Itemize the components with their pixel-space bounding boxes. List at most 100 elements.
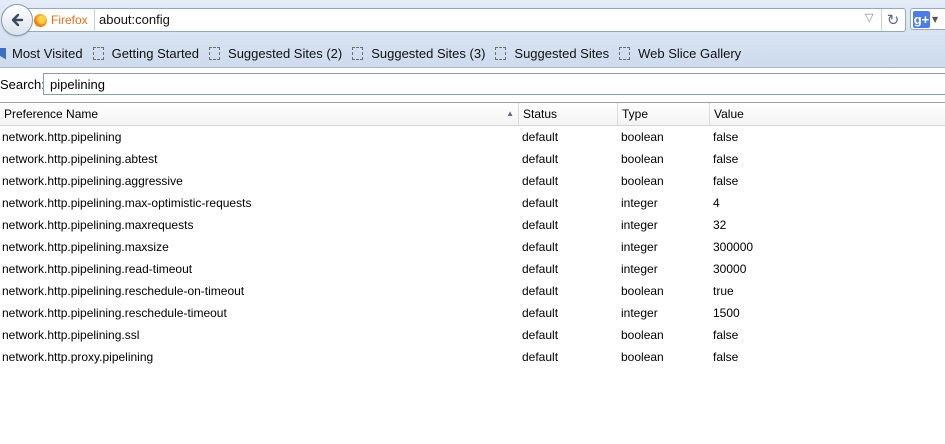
bookmark-suggested-sites-3[interactable]: Suggested Sites (3) [352,46,485,61]
bookmark-suggested-sites[interactable]: Suggested Sites [495,46,609,61]
pref-name-cell: network.http.pipelining.reschedule-on-ti… [2,284,245,298]
value-cell: 1500 [713,306,740,320]
back-button[interactable] [1,4,33,36]
page-icon [619,47,631,60]
bookmarks-toolbar: Most Visited Getting Started Suggested S… [0,40,945,68]
table-row[interactable]: network.http.proxy.pipelining default bool… [0,346,945,368]
type-cell: integer [621,218,658,232]
status-cell: default [522,174,559,188]
table-row[interactable]: network.http.pipelining.maxrequests defau… [0,214,945,236]
pref-name-cell: network.http.pipelining.max-optimistic-r… [2,196,252,210]
status-cell: default [522,130,559,144]
column-header-status[interactable]: Status [519,103,618,125]
type-cell: integer [621,262,658,276]
bookmark-suggested-sites-2[interactable]: Suggested Sites (2) [209,46,342,61]
value-cell: false [713,152,739,166]
status-cell: default [522,262,559,276]
bookmark-label: Web Slice Gallery [638,46,742,61]
bookmark-label: Most Visited [12,46,83,61]
type-cell: boolean [621,174,664,188]
column-header-preference-name[interactable]: Preference Name ▲ [0,103,519,125]
bookmark-most-visited[interactable]: Most Visited [12,46,83,61]
google-logo-icon: g+ [913,10,930,28]
type-cell: integer [621,240,658,254]
search-engine-button[interactable]: g+ ▼ [910,8,945,30]
type-cell: integer [621,306,658,320]
value-cell: 30000 [713,262,747,276]
column-header-type[interactable]: Type [618,103,710,125]
table-row[interactable]: network.http.pipelining.aggressive defaul… [0,170,945,192]
back-arrow-icon [11,13,24,27]
config-search-row: Search: [0,71,945,99]
table-row[interactable]: network.http.pipelining default boolean fal… [0,126,945,148]
sort-ascending-icon: ▲ [506,109,514,118]
value-cell: false [713,130,739,144]
table-header: Preference Name ▲ Status Type Value [0,103,945,126]
pref-name-cell: network.http.pipelining.maxrequests [2,218,194,232]
url-bar[interactable]: Firefox about:config ▽ ↻ [26,8,906,32]
identity-label: Firefox [51,13,88,27]
url-text[interactable]: about:config [99,12,170,27]
table-row[interactable]: network.http.pipelining.maxsize default in… [0,236,945,258]
column-header-label: Status [523,107,558,121]
page-icon [352,47,364,60]
status-cell: default [522,196,559,210]
pref-name-cell: network.http.pipelining.maxsize [2,240,169,254]
value-cell: 4 [713,196,720,210]
pref-name-cell: network.http.pipelining.read-timeout [2,262,193,276]
value-cell: false [713,328,739,342]
bookmark-getting-started[interactable]: Getting Started [92,46,200,61]
type-cell: boolean [621,328,664,342]
search-label: Search: [0,77,45,92]
preferences-table: Preference Name ▲ Status Type Value netw… [0,102,945,444]
value-cell: true [713,284,734,298]
value-cell: 300000 [713,240,754,254]
site-identity-button[interactable]: Firefox [34,9,95,31]
status-cell: default [522,218,559,232]
bookmark-label: Getting Started [111,46,200,61]
chevron-down-icon: ▼ [932,14,939,24]
bookmark-label: Suggested Sites (3) [371,46,486,61]
pref-name-cell: network.http.pipelining.ssl [2,328,140,342]
page-icon [92,47,104,60]
table-row[interactable]: network.http.pipelining.ssl default boolea… [0,324,945,346]
bookmark-label: Suggested Sites (2) [228,46,343,61]
table-row[interactable]: network.http.pipelining.max-optimistic-r… [0,192,945,214]
status-cell: default [522,284,559,298]
type-cell: boolean [621,284,664,298]
pref-name-cell: network.http.pipelining.reschedule-timeo… [2,306,227,320]
navigation-toolbar: Firefox about:config ▽ ↻ g+ ▼ [0,0,945,40]
type-cell: boolean [621,130,664,144]
column-header-value[interactable]: Value [710,103,945,125]
reload-icon[interactable]: ↻ [881,9,904,31]
type-cell: boolean [621,350,664,364]
status-cell: default [522,240,559,254]
page-icon [209,47,221,60]
search-input[interactable] [43,73,945,95]
bookmark-label: Suggested Sites [514,46,610,61]
bookmark-web-slice-gallery[interactable]: Web Slice Gallery [619,46,741,61]
value-cell: false [713,174,739,188]
value-cell: 32 [713,218,727,232]
column-header-label: Preference Name [4,107,99,121]
status-cell: default [522,306,559,320]
table-body: network.http.pipelining default boolean fal… [0,126,945,368]
pref-name-cell: network.http.pipelining [2,130,122,144]
table-row[interactable]: network.http.pipelining.read-timeout defa… [0,258,945,280]
value-cell: false [713,350,739,364]
status-cell: default [522,152,559,166]
column-header-label: Value [714,107,744,121]
bookmark-icon [0,47,6,60]
table-row[interactable]: network.http.pipelining.reschedule-timeo… [0,302,945,324]
table-row[interactable]: network.http.pipelining.abtest default boo… [0,148,945,170]
type-cell: boolean [621,152,664,166]
status-cell: default [522,328,559,342]
pref-name-cell: network.http.pipelining.abtest [2,152,158,166]
column-header-label: Type [622,107,649,121]
dropdown-arrow-icon[interactable]: ▽ [865,11,873,24]
status-cell: default [522,350,559,364]
page-icon [495,47,507,60]
table-row[interactable]: network.http.pipelining.reschedule-on-ti… [0,280,945,302]
type-cell: integer [621,196,658,210]
firefox-logo-icon [34,13,47,27]
